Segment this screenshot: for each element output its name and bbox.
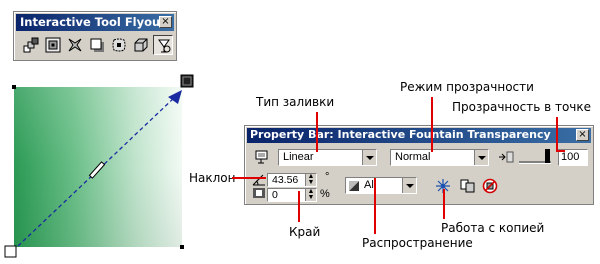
edge-pad-value: 0	[272, 189, 278, 201]
edge-pad-icon	[253, 188, 265, 198]
edge-pad-spinner[interactable]: ▲ ▼	[305, 188, 316, 201]
clear-transparency-button[interactable]	[480, 176, 500, 196]
start-node-white[interactable]	[4, 245, 17, 258]
annotation-node-transparency: Прозрачность в точке	[452, 100, 592, 114]
fill-type-combo[interactable]: Linear	[278, 149, 377, 166]
copy-transparency-button[interactable]	[458, 176, 478, 196]
slider-thumb[interactable]	[545, 149, 550, 163]
node-transparency-slider[interactable]	[519, 148, 553, 166]
angle-icon	[252, 174, 265, 186]
annotation-angle: Наклон	[189, 171, 236, 185]
property-bar-title-bar[interactable]: Property Bar: Interactive Fountain Trans…	[247, 128, 591, 143]
property-bar-close-button[interactable]: ×	[576, 129, 589, 141]
property-bar-title: Property Bar: Interactive Fountain Trans…	[250, 128, 551, 141]
fill-type-dropdown-icon[interactable]	[362, 150, 376, 165]
transparency-mode-combo[interactable]: Normal	[390, 149, 489, 166]
apply-to-dropdown-icon[interactable]	[402, 178, 416, 193]
edge-pad-input[interactable]: 0 ▲ ▼	[267, 188, 317, 202]
selection-node-top-left[interactable]	[12, 85, 16, 89]
midpoint-slider-handle[interactable]	[88, 161, 106, 179]
selection-node-bottom-right[interactable]	[180, 245, 184, 249]
leader-edge	[298, 191, 300, 222]
leader-angle	[232, 177, 266, 179]
annotation-edge: Край	[289, 225, 321, 239]
edge-pad-unit: %	[320, 188, 330, 200]
angle-spinner[interactable]: ▲ ▼	[305, 173, 316, 186]
copy-transparency-icon	[460, 179, 475, 193]
transparency-mode-value: Normal	[395, 151, 431, 163]
edit-transparency-button[interactable]	[252, 147, 272, 167]
node-transparency-value: 100	[561, 151, 580, 163]
leader-transparency-mode	[431, 97, 433, 152]
transparency-mode-dropdown-icon[interactable]	[474, 150, 488, 165]
leader-node-transparency-h	[556, 150, 565, 152]
apply-to-combo[interactable]: All	[345, 177, 417, 194]
angle-value: 43.56	[272, 174, 299, 186]
direction-arrow-icon	[168, 90, 182, 104]
fill-type-value: Linear	[283, 151, 314, 163]
leader-copy	[443, 189, 445, 219]
annotation-transparency-mode: Режим прозрачности	[400, 80, 534, 94]
edit-transparency-icon	[255, 150, 268, 164]
angle-input[interactable]: 43.56 ▲ ▼	[267, 173, 317, 187]
annotation-apply-to: Распространение	[362, 236, 473, 250]
property-bar: Property Bar: Interactive Fountain Trans…	[244, 125, 594, 205]
leader-node-transparency-v	[556, 117, 558, 151]
apply-to-icon	[349, 181, 359, 191]
angle-unit: °	[325, 171, 330, 183]
annotation-fill-type: Тип заливки	[256, 95, 335, 109]
annotation-copy: Работа с копией	[441, 221, 545, 235]
node-transparency-icon	[499, 151, 514, 163]
clear-transparency-icon	[482, 178, 498, 194]
leader-fill-type	[316, 112, 318, 152]
leader-apply-to	[374, 178, 376, 234]
